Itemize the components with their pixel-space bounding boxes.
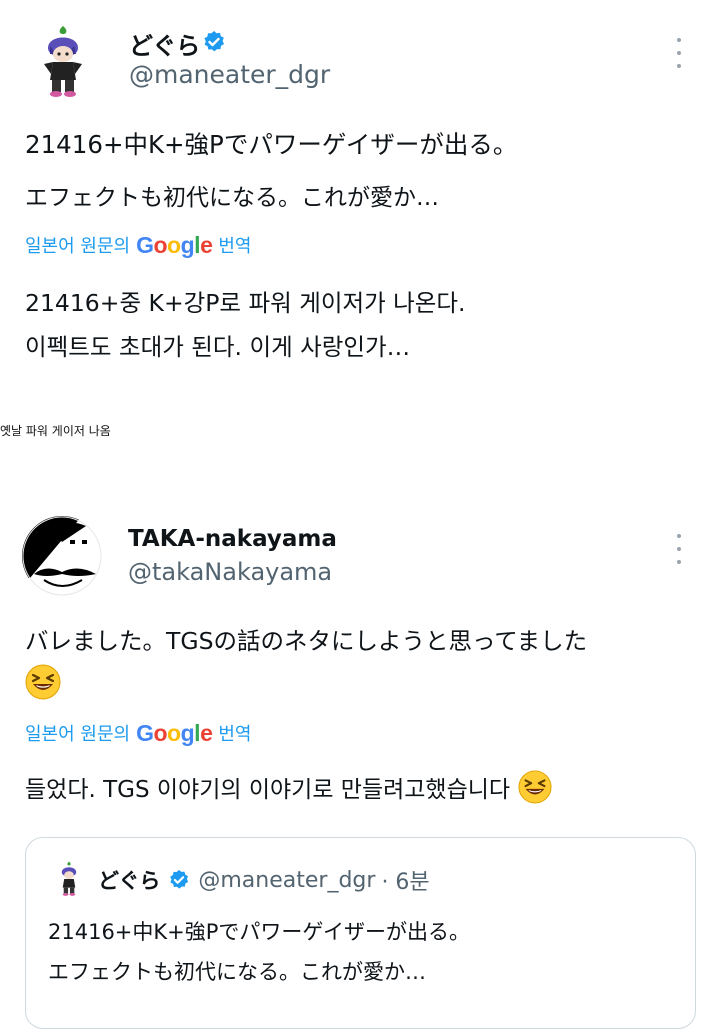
verified-badge-icon [168,869,190,891]
google-letter-g2: g [180,719,195,746]
google-letter-o2: o [167,231,181,258]
grinning-squinting-face-emoji [25,664,61,700]
translated-text-line-1: 들었다. TGS 이야기의 이야기로 만들려고했습니다 [25,777,511,803]
tweet-text-line-2: エフェクトも初代になる。これが愛か… [25,185,439,211]
tweet-text-line-1: 21416+中K+強Pでパワーゲイザーが出る。 [25,130,518,159]
quoted-tweet-card[interactable]: どぐら @maneater_dgr · 6분 21416+中K+強Pでパワーゲイ… [25,837,696,1029]
google-logo: Google [136,231,213,259]
quoted-avatar[interactable] [56,860,82,898]
quoted-text-line-1: 21416+中K+強Pでパワーゲイザーが出る。 [48,920,471,944]
translate-link[interactable]: 일본어 원문의 Google 번역 [25,228,251,262]
grinning-squinting-face-emoji [518,770,552,804]
google-letter-o2: o [167,719,181,746]
translate-suffix: 번역 [218,236,252,257]
user-handle[interactable]: @maneater_dgr [129,60,330,89]
more-options-icon[interactable] [676,38,682,68]
translated-text-row: 들었다. TGS 이야기의 이야기로 만들려고했습니다 [25,770,552,804]
display-name[interactable]: どぐら [129,26,200,61]
quoted-header: どぐら @maneater_dgr · 6분 [98,864,430,896]
translate-suffix: 번역 [218,724,252,745]
google-letter-o1: o [153,719,168,746]
google-logo: Google [136,719,213,747]
display-name[interactable]: TAKA-nakayama [128,526,337,552]
avatar[interactable] [36,24,90,100]
avatar[interactable] [22,516,102,596]
quoted-timestamp[interactable]: · 6분 [381,864,429,896]
google-letter-g1: G [136,231,154,258]
quoted-handle[interactable]: @maneater_dgr [198,868,375,893]
translate-prefix: 일본어 원문의 [25,724,131,745]
caption-text: 옛날 파워 게이저 나옴 [0,424,111,438]
google-letter-g1: G [136,719,154,746]
tweet-1: どぐら @maneater_dgr 21416+中K+強Pでパワーゲイザーが出る… [0,0,720,400]
google-letter-e: e [200,719,213,746]
translate-prefix: 일본어 원문의 [25,236,131,257]
translate-link[interactable]: 일본어 원문의 Google 번역 [25,716,251,750]
translated-text-line-1: 21416+중 K+강P로 파워 게이저가 나온다. [25,289,466,317]
tweet-2: TAKA-nakayama @takaNakayama バレました。TGSの話の… [0,490,720,1029]
google-letter-g2: g [180,231,195,258]
more-options-icon[interactable] [676,534,682,564]
user-handle[interactable]: @takaNakayama [128,558,332,586]
tweet-text-line-1: バレました。TGSの話のネタにしようと思ってました [25,627,588,655]
google-letter-o1: o [153,231,168,258]
translated-text-line-2: 이펙트도 초대가 된다. 이게 사랑인가… [25,333,411,361]
google-letter-e: e [200,231,213,258]
quoted-display-name[interactable]: どぐら [98,865,160,895]
quoted-text-line-2: エフェクトも初代になる。これが愛か… [48,960,426,984]
verified-badge-icon [202,30,226,54]
